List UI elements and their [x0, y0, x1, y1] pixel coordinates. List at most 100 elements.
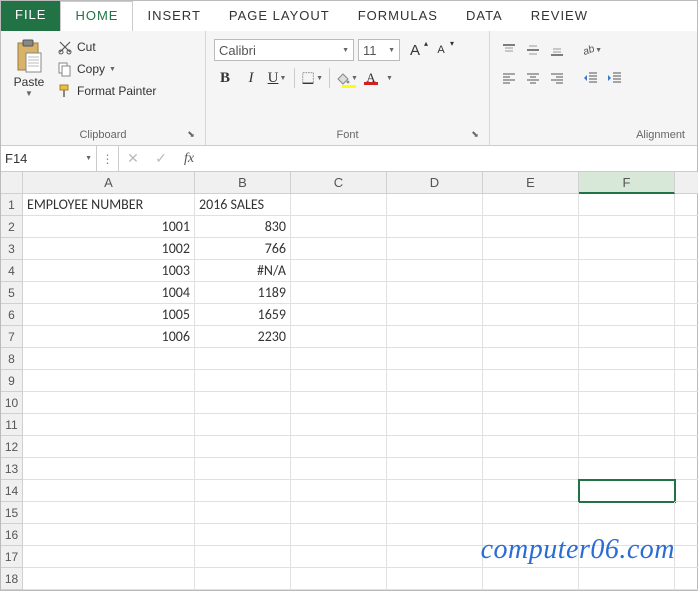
row-header[interactable]: 5: [1, 282, 23, 304]
cell[interactable]: [387, 194, 483, 216]
decrease-indent-button[interactable]: [580, 67, 602, 89]
cell[interactable]: [23, 568, 195, 590]
cell[interactable]: [675, 282, 698, 304]
grid[interactable]: A B C D E F G 1 EMPLOYEE NUMBER 2016 SAL…: [1, 172, 697, 590]
cell[interactable]: [579, 392, 675, 414]
cell[interactable]: 1003: [23, 260, 195, 282]
border-button[interactable]: ▼: [301, 67, 323, 89]
cell[interactable]: [483, 326, 579, 348]
cell[interactable]: 1001: [23, 216, 195, 238]
cell[interactable]: [291, 326, 387, 348]
bold-button[interactable]: B: [214, 67, 236, 89]
cell[interactable]: [579, 260, 675, 282]
tab-home[interactable]: HOME: [60, 1, 133, 31]
cell[interactable]: [291, 194, 387, 216]
cell[interactable]: [675, 194, 698, 216]
cell[interactable]: [579, 568, 675, 590]
tab-page-layout[interactable]: PAGE LAYOUT: [215, 1, 344, 31]
col-header-e[interactable]: E: [483, 172, 579, 194]
row-header[interactable]: 2: [1, 216, 23, 238]
cell[interactable]: [387, 392, 483, 414]
cell[interactable]: [291, 502, 387, 524]
cell[interactable]: [195, 414, 291, 436]
clipboard-launcher-icon[interactable]: ⬊: [185, 129, 197, 141]
row-header[interactable]: 8: [1, 348, 23, 370]
row-header[interactable]: 18: [1, 568, 23, 590]
cell[interactable]: [675, 370, 698, 392]
col-header-d[interactable]: D: [387, 172, 483, 194]
cell[interactable]: [291, 260, 387, 282]
cell[interactable]: [675, 436, 698, 458]
accept-formula-button[interactable]: ✓: [147, 146, 175, 171]
cell[interactable]: [387, 524, 483, 546]
cell[interactable]: [195, 458, 291, 480]
row-header[interactable]: 10: [1, 392, 23, 414]
cell[interactable]: [291, 216, 387, 238]
row-header[interactable]: 3: [1, 238, 23, 260]
row-header[interactable]: 7: [1, 326, 23, 348]
cell[interactable]: 2230: [195, 326, 291, 348]
increase-indent-button[interactable]: [604, 67, 626, 89]
cell[interactable]: [291, 414, 387, 436]
cell[interactable]: [23, 348, 195, 370]
paste-button[interactable]: Paste ▼: [9, 35, 49, 98]
cell[interactable]: [195, 480, 291, 502]
align-center-button[interactable]: [522, 67, 544, 89]
cell-selected[interactable]: [579, 480, 675, 502]
cell[interactable]: [483, 304, 579, 326]
row-header[interactable]: 14: [1, 480, 23, 502]
cell[interactable]: [579, 458, 675, 480]
cell[interactable]: [195, 568, 291, 590]
cell[interactable]: [291, 458, 387, 480]
cell[interactable]: [291, 568, 387, 590]
orientation-button[interactable]: ab▼: [580, 39, 602, 61]
font-size-combo[interactable]: 11▼: [358, 39, 400, 61]
cell[interactable]: [387, 568, 483, 590]
cell[interactable]: [291, 348, 387, 370]
cell[interactable]: [195, 436, 291, 458]
formula-input[interactable]: [203, 146, 697, 171]
cell[interactable]: [291, 304, 387, 326]
cell[interactable]: #N/A: [195, 260, 291, 282]
cell[interactable]: [579, 194, 675, 216]
cell[interactable]: [675, 524, 698, 546]
tab-file[interactable]: FILE: [1, 1, 60, 31]
cell[interactable]: [579, 238, 675, 260]
cell[interactable]: [291, 480, 387, 502]
format-painter-button[interactable]: Format Painter: [57, 83, 156, 99]
cell[interactable]: [387, 480, 483, 502]
cell[interactable]: [195, 502, 291, 524]
cell[interactable]: [675, 502, 698, 524]
tab-data[interactable]: DATA: [452, 1, 517, 31]
cell[interactable]: 1002: [23, 238, 195, 260]
cell[interactable]: [387, 282, 483, 304]
cell[interactable]: [195, 524, 291, 546]
cell[interactable]: [579, 304, 675, 326]
cell[interactable]: [483, 260, 579, 282]
cell[interactable]: [579, 414, 675, 436]
cell[interactable]: [579, 436, 675, 458]
cell[interactable]: 1659: [195, 304, 291, 326]
cell[interactable]: [23, 502, 195, 524]
cell[interactable]: [483, 502, 579, 524]
cell[interactable]: [579, 370, 675, 392]
cell[interactable]: [675, 348, 698, 370]
tab-review[interactable]: REVIEW: [517, 1, 602, 31]
cell[interactable]: EMPLOYEE NUMBER: [23, 194, 195, 216]
row-header[interactable]: 4: [1, 260, 23, 282]
italic-button[interactable]: I: [240, 67, 262, 89]
cell[interactable]: [23, 436, 195, 458]
cell[interactable]: [675, 304, 698, 326]
cell[interactable]: 1005: [23, 304, 195, 326]
row-header[interactable]: 6: [1, 304, 23, 326]
cell[interactable]: [483, 458, 579, 480]
cell[interactable]: [675, 480, 698, 502]
align-right-button[interactable]: [546, 67, 568, 89]
cell[interactable]: [195, 370, 291, 392]
cell[interactable]: [483, 282, 579, 304]
cell[interactable]: 766: [195, 238, 291, 260]
cell[interactable]: [675, 260, 698, 282]
cell[interactable]: [483, 194, 579, 216]
cell[interactable]: [579, 348, 675, 370]
cell[interactable]: [387, 546, 483, 568]
